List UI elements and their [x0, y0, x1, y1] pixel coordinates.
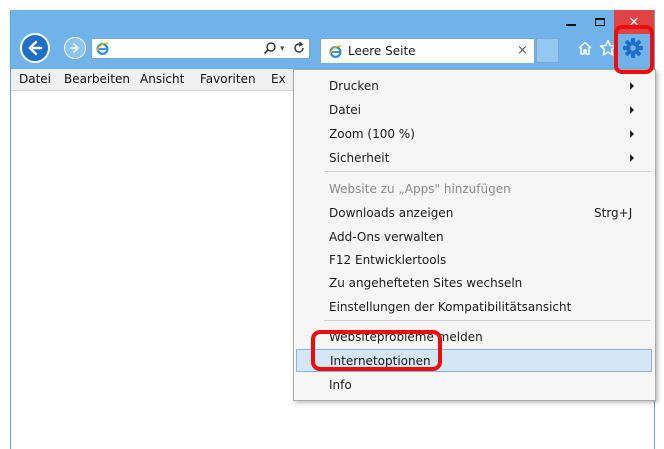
menu-datei[interactable]: Datei [19, 72, 51, 86]
forward-arrow-icon [70, 43, 79, 53]
browser-window: × ▾ Leere Seite × Datei Bearbeiten Ansic… [10, 10, 656, 449]
menu-bearbeiten[interactable]: Bearbeiten [64, 72, 130, 86]
new-tab-button[interactable] [536, 38, 559, 63]
minimize-button[interactable] [556, 10, 586, 34]
menu-item-label: F12 Entwicklertools [329, 253, 447, 267]
maximize-icon [595, 18, 605, 26]
menu-item-label: Sicherheit [329, 151, 390, 165]
minimize-icon [566, 24, 576, 26]
menu-item-label: Einstellungen der Kompatibilitätsansicht [329, 300, 572, 314]
submenu-arrow-icon [630, 154, 634, 162]
menu-item-drucken[interactable]: Drucken [294, 75, 655, 98]
menu-item-label: Add-Ons verwalten [329, 230, 444, 244]
back-button[interactable] [20, 33, 50, 63]
address-bar[interactable]: ▾ [91, 38, 310, 59]
search-icon[interactable] [263, 41, 277, 55]
menu-item-shortcut: Strg+J [594, 206, 633, 220]
browser-toolbar: × ▾ Leere Seite × [11, 10, 654, 69]
menu-ansicht[interactable]: Ansicht [140, 72, 184, 86]
menu-item-label: Website zu „Apps" hinzufügen [329, 182, 511, 196]
tab-title: Leere Seite [348, 44, 416, 58]
menu-item-kompatibilitaet[interactable]: Einstellungen der Kompatibilitätsansicht [294, 296, 655, 319]
menu-item-sicherheit[interactable]: Sicherheit [294, 147, 655, 170]
menu-item-info[interactable]: Info [329, 378, 352, 392]
menu-item-label: Downloads anzeigen [329, 206, 454, 220]
home-icon[interactable] [577, 40, 593, 56]
submenu-arrow-icon [630, 130, 634, 138]
menu-favoriten[interactable]: Favoriten [200, 72, 256, 86]
menu-item-zoom[interactable]: Zoom (100 %) [294, 123, 655, 146]
menu-item-label: Zoom (100 %) [329, 127, 415, 141]
menu-extras[interactable]: Ex [271, 72, 286, 86]
menu-item-datei[interactable]: Datei [294, 99, 655, 122]
back-arrow-icon [28, 40, 43, 56]
refresh-icon[interactable] [292, 41, 306, 55]
maximize-button[interactable] [585, 10, 615, 34]
ie-logo-icon [96, 42, 109, 55]
menu-item-website-zu-apps: Website zu „Apps" hinzufügen [294, 178, 655, 201]
menu-item-add-ons[interactable]: Add-Ons verwalten [294, 226, 655, 249]
tab-leere-seite[interactable]: Leere Seite × [320, 38, 535, 63]
menu-item-downloads[interactable]: Downloads anzeigen Strg+J [294, 202, 655, 225]
menu-item-label: Datei [329, 103, 362, 117]
tab-close-icon[interactable]: × [517, 43, 528, 58]
forward-button[interactable] [64, 37, 86, 59]
menu-separator [324, 320, 651, 321]
menu-item-angeheftete-sites[interactable]: Zu angehefteten Sites wechseln [294, 272, 655, 295]
menu-item-f12[interactable]: F12 Entwicklertools [294, 249, 655, 272]
menu-item-label: Drucken [329, 79, 379, 93]
ie-logo-icon [329, 45, 342, 58]
annotation-highlight-internetoptionen [311, 330, 442, 371]
submenu-arrow-icon [630, 82, 634, 90]
search-dropdown-icon[interactable]: ▾ [280, 44, 285, 54]
menu-separator [324, 171, 651, 172]
annotation-highlight-gear [614, 25, 654, 74]
menu-item-label: Zu angehefteten Sites wechseln [329, 276, 523, 290]
submenu-arrow-icon [630, 106, 634, 114]
